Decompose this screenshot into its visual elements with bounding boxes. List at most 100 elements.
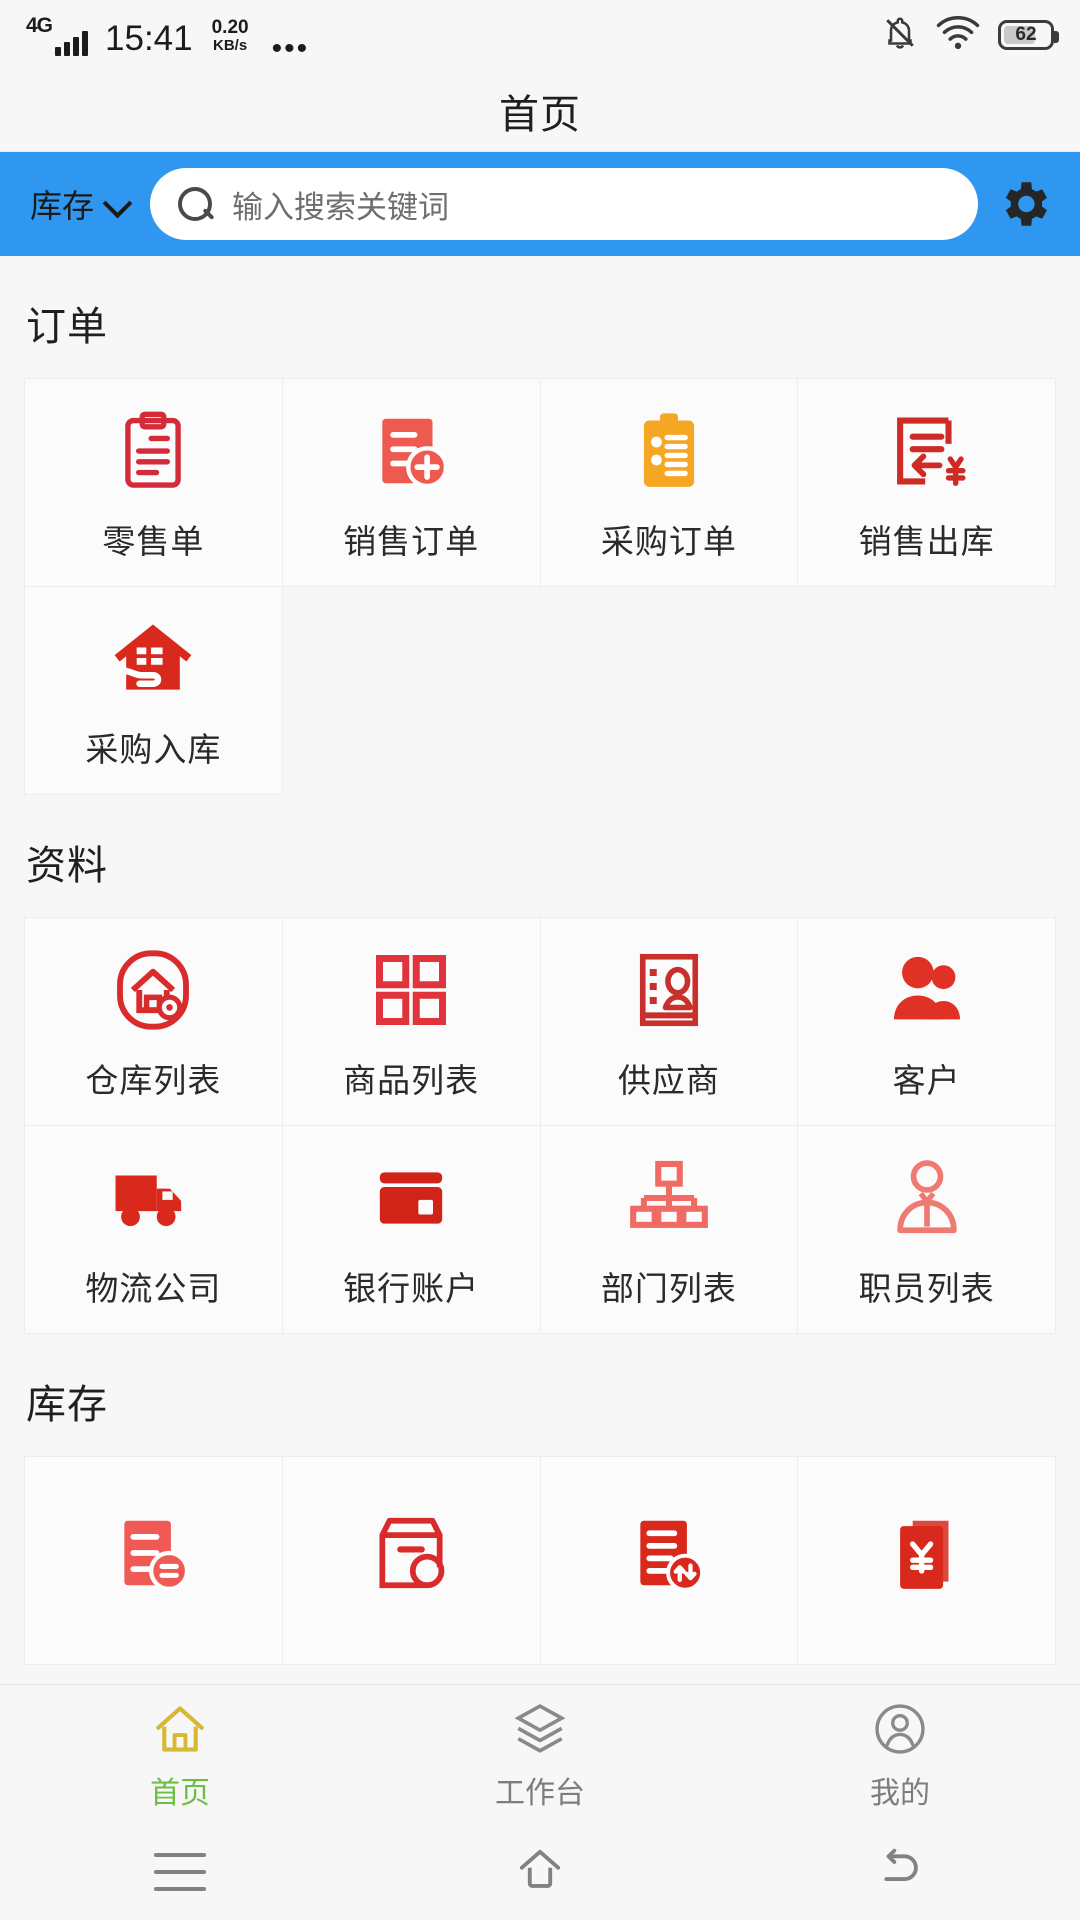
grid-item-purchase-inbound[interactable]: 采购入库 <box>25 587 283 795</box>
network-speed-value: 0.20 <box>211 16 249 38</box>
gear-icon <box>1005 182 1047 226</box>
grid-item-label: 物流公司 <box>85 1269 222 1307</box>
page-title: 首页 <box>499 92 581 137</box>
yuan-books-icon <box>879 1505 975 1601</box>
grid-item-bank-account[interactable]: 银行账户 <box>282 1126 541 1334</box>
android-navigation-bar <box>0 1824 1080 1920</box>
tab-workbench[interactable]: 工作台 <box>360 1698 720 1812</box>
status-bar: 4G 15:41 0.20 KB/s ••• 62 <box>0 0 1080 70</box>
chevron-down-icon <box>104 191 130 217</box>
grid-item-product-list[interactable]: 商品列表 <box>282 918 541 1126</box>
section-title-inventory: 库存 <box>26 1383 108 1427</box>
two-people-icon <box>879 942 975 1038</box>
home-icon <box>149 1698 211 1760</box>
grid-item-label: 零售单 <box>102 522 205 560</box>
document-arrow-yuan-icon <box>879 403 975 499</box>
grid-item-sales-outbound[interactable]: 销售出库 <box>798 379 1056 587</box>
grid-item-label: 职员列表 <box>858 1269 995 1307</box>
search-placeholder: 输入搜索关键词 <box>232 189 450 225</box>
back-icon <box>872 1845 928 1900</box>
status-bar-right: 62 <box>882 13 1059 58</box>
battery-icon: 62 <box>998 20 1059 50</box>
inventory-grid <box>24 1456 1056 1665</box>
bottom-tab-bar: 首页 工作台 我的 <box>0 1684 1080 1824</box>
network-speed-unit: KB/s <box>213 36 248 54</box>
battery-percent-label: 62 <box>1015 24 1037 45</box>
grid-item-label: 客户 <box>892 1061 961 1099</box>
search-bar: 库存 输入搜索关键词 <box>0 152 1080 256</box>
status-overflow-dots: ••• <box>271 31 310 65</box>
grid-item-retail-order[interactable]: 零售单 <box>25 379 283 587</box>
status-bar-left: 4G 15:41 0.20 KB/s ••• <box>26 15 310 65</box>
grid-item-inventory-4[interactable] <box>798 1457 1056 1665</box>
grid-item-customer[interactable]: 客户 <box>798 918 1056 1126</box>
back-button[interactable] <box>720 1845 1080 1900</box>
grid-item-label: 销售出库 <box>858 522 995 560</box>
materials-grid: 仓库列表 商品列表 供应商 客户 物流公司 银行账户 部门列表 职员列表 <box>24 917 1056 1334</box>
employee-icon <box>879 1150 975 1246</box>
grid-item-department-list[interactable]: 部门列表 <box>540 1126 799 1334</box>
section-title-materials: 资料 <box>26 844 108 888</box>
home-button[interactable] <box>360 1845 720 1900</box>
phone-screen: 4G 15:41 0.20 KB/s ••• 62 首页 库存 输入搜索关键词 … <box>0 0 1080 1920</box>
recents-button[interactable] <box>0 1853 360 1891</box>
home-outline-icon <box>512 1845 568 1900</box>
tab-label: 工作台 <box>495 1776 585 1810</box>
document-transfer-icon <box>621 1505 717 1601</box>
orders-grid: 零售单 销售订单 采购订单 销售出库 采购入库 <box>24 378 1056 795</box>
grid-item-label: 银行账户 <box>343 1269 480 1307</box>
tab-home[interactable]: 首页 <box>0 1698 360 1812</box>
grid-item-label: 采购入库 <box>85 730 222 768</box>
grid-item-logistics-company[interactable]: 物流公司 <box>25 1126 283 1334</box>
box-search-icon <box>363 1505 459 1601</box>
contact-card-icon <box>621 942 717 1038</box>
page-title-bar: 首页 <box>0 70 1080 152</box>
grid-item-employee-list[interactable]: 职员列表 <box>798 1126 1056 1334</box>
tab-label: 首页 <box>150 1776 210 1810</box>
grid-item-label: 仓库列表 <box>85 1061 222 1099</box>
grid-item-label: 商品列表 <box>343 1061 480 1099</box>
signal-bars-icon: 4G <box>26 15 89 56</box>
grid-item-supplier[interactable]: 供应商 <box>540 918 799 1126</box>
bank-card-icon <box>363 1150 459 1246</box>
content-scroll-area[interactable]: 订单 零售单 销售订单 采购订单 销售出库 采购入库 资料 仓库列表 商品列表 … <box>0 256 1080 1920</box>
grid-item-inventory-3[interactable] <box>540 1457 799 1665</box>
grid-spacer <box>540 587 799 795</box>
grid-spacer <box>798 587 1056 795</box>
document-recycle-icon <box>105 1505 201 1601</box>
tab-label: 我的 <box>870 1776 930 1810</box>
bell-muted-icon <box>882 13 918 58</box>
settings-button[interactable] <box>992 172 1056 236</box>
grid-item-warehouse-list[interactable]: 仓库列表 <box>25 918 283 1126</box>
org-chart-icon <box>621 1150 717 1246</box>
tab-profile[interactable]: 我的 <box>720 1698 1080 1812</box>
grid-item-inventory-2[interactable] <box>282 1457 541 1665</box>
document-plus-icon <box>363 403 459 499</box>
signal-strength-icon <box>55 30 89 56</box>
grid-item-purchase-order[interactable]: 采购订单 <box>540 379 799 587</box>
search-icon <box>176 185 214 223</box>
grid-item-inventory-1[interactable] <box>25 1457 283 1665</box>
grid-item-sales-order[interactable]: 销售订单 <box>282 379 541 587</box>
warehouse-gear-icon <box>105 942 201 1038</box>
network-speed: 0.20 KB/s <box>211 16 249 54</box>
house-hand-icon <box>105 611 201 707</box>
search-scope-label: 库存 <box>30 188 95 224</box>
section-title-orders: 订单 <box>26 305 108 349</box>
search-input[interactable]: 输入搜索关键词 <box>150 168 978 240</box>
grid-item-label: 销售订单 <box>343 522 480 560</box>
wifi-icon <box>936 15 980 56</box>
person-circle-icon <box>869 1698 931 1760</box>
grid-item-label: 部门列表 <box>600 1269 737 1307</box>
grid-spacer <box>282 587 541 795</box>
layers-icon <box>509 1698 571 1760</box>
truck-icon <box>105 1150 201 1246</box>
clipboard-checklist-icon <box>621 403 717 499</box>
status-bar-clock: 15:41 <box>105 18 193 58</box>
search-scope-selector[interactable]: 库存 <box>24 181 130 227</box>
clipboard-outline-icon <box>105 403 201 499</box>
grid-item-label: 供应商 <box>617 1061 720 1099</box>
menu-icon <box>154 1853 206 1891</box>
grid-squares-icon <box>363 942 459 1038</box>
grid-item-label: 采购订单 <box>600 522 737 560</box>
